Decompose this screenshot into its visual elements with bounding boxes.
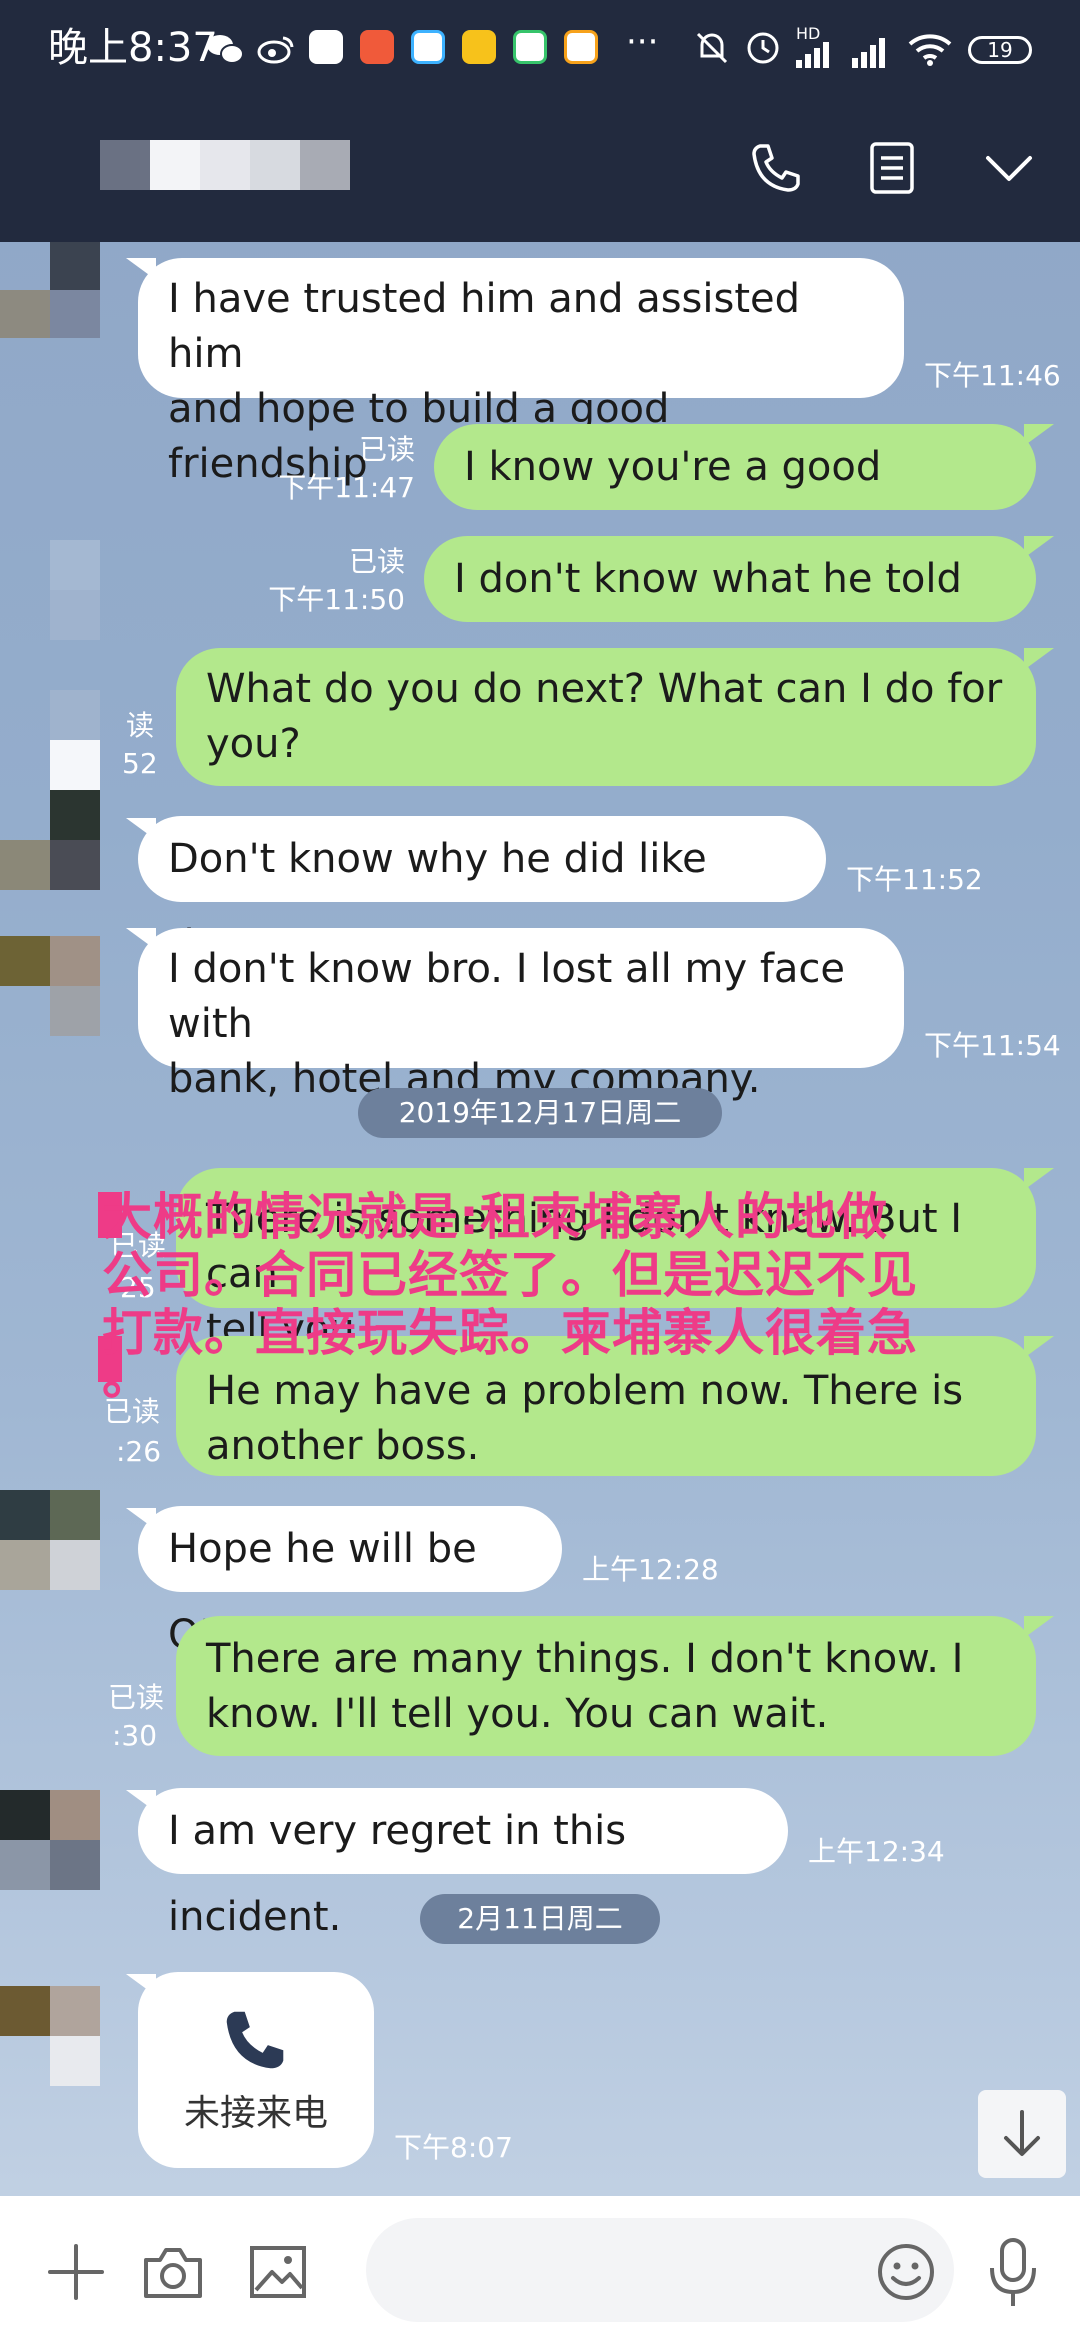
mall-app-icon <box>360 30 394 64</box>
wifi-icon <box>908 34 952 66</box>
message-time: 上午12:28 <box>582 1553 719 1586</box>
annotation-overlay: 大概的情况就是:租柬埔寨人的地做 公司。合同已经签了。但是迟迟不见 打款。直接玩… <box>102 1188 1002 1406</box>
read-status: 已读 <box>348 545 405 578</box>
annotation-line: 打款。直接玩失踪。柬埔寨人很着急 <box>102 1304 918 1362</box>
wechat-icon <box>207 35 244 64</box>
message-time: 下午8:07 <box>394 2131 513 2164</box>
message-bubble-incoming[interactable]: Hope he will be OK <box>138 1506 562 1658</box>
weibo-icon <box>257 36 294 64</box>
chat-screen: 晚上8:37 ··· HD 19 I have trusted him and … <box>0 0 1080 2340</box>
notes-icon[interactable] <box>868 140 916 196</box>
plus-icon[interactable] <box>46 2242 106 2302</box>
emoji-icon[interactable] <box>876 2242 936 2302</box>
message-time: 下午11:52 <box>846 863 983 896</box>
missed-call-label: 未接来电 <box>183 2093 328 2134</box>
read-status: 已读 <box>358 433 415 466</box>
mi-app-icon <box>309 30 343 64</box>
read-status: 已读 <box>108 1681 165 1714</box>
status-time: 晚上8:37 <box>48 25 218 71</box>
message-bubble-incoming[interactable]: Don't know why he did like that?? <box>138 816 826 968</box>
battery-level: 19 <box>987 38 1013 62</box>
avatar[interactable] <box>0 936 100 1036</box>
phone-icon <box>226 2011 284 2069</box>
arrow-down-icon <box>1004 2110 1040 2156</box>
message-time: 下午11:54 <box>924 1029 1061 1062</box>
message-text: you? <box>206 721 301 767</box>
notification-icons <box>205 24 605 74</box>
annotation-line: 公司。合同已经签了。但是迟迟不见 <box>102 1246 918 1304</box>
battery-indicator: 19 <box>968 36 1032 64</box>
message-text: I have trusted him and assisted him <box>168 276 801 377</box>
message-input[interactable] <box>366 2218 954 2322</box>
message-time: 下午11:47 <box>278 471 415 504</box>
phone-icon[interactable] <box>748 140 804 196</box>
avatar[interactable] <box>0 1490 100 1590</box>
bubble-tail <box>1024 1616 1054 1638</box>
avatar[interactable] <box>0 740 100 890</box>
alarm-icon <box>747 32 779 64</box>
signal-icon-2 <box>852 38 885 68</box>
message-text: know. I'll tell you. You can wait. <box>206 1691 829 1737</box>
bubble-tail <box>1024 648 1054 670</box>
annotation-line: 。 <box>102 1348 153 1406</box>
message-time: 下午11:46 <box>924 359 1061 392</box>
message-time: :26 <box>116 1435 162 1468</box>
avatar[interactable] <box>0 242 100 338</box>
browser-app-icon-2 <box>513 30 547 64</box>
date-separator: 2019年12月17日周二 <box>358 1088 722 1138</box>
message-bubble-outgoing[interactable]: I know you're a good person. <box>434 424 1036 576</box>
message-bubble-incoming[interactable]: I don't know bro. I lost all my face wit… <box>138 928 904 1102</box>
message-bubble-outgoing[interactable]: What do you do next? What can I do for y… <box>176 648 1036 786</box>
message-bubble-outgoing[interactable]: I don't know what he told you. <box>424 536 1036 688</box>
avatar[interactable] <box>0 1986 110 2086</box>
browser-app-icon <box>411 30 445 64</box>
network-type: HD <box>796 24 821 43</box>
missed-call-card[interactable]: 未接来电 <box>138 1972 374 2168</box>
date-separator: 2月11日周二 <box>420 1894 660 1944</box>
mail-app-icon <box>462 30 496 64</box>
message-text: another boss. <box>206 1423 480 1469</box>
message-bubble-incoming[interactable]: I am very regret in this incident. <box>138 1788 788 1940</box>
message-bubble-outgoing[interactable]: There are many things. I don't know. I k… <box>176 1616 1036 1756</box>
contact-name-redacted[interactable] <box>100 140 350 190</box>
chevron-down-icon[interactable] <box>984 154 1034 184</box>
bubble-tail <box>1024 536 1054 558</box>
camera-icon[interactable] <box>142 2244 204 2300</box>
message-time: 上午12:34 <box>808 1835 945 1868</box>
annotation-line: 大概的情况就是:租柬埔寨人的地做 <box>102 1188 888 1246</box>
signal-icon-1 <box>796 42 829 68</box>
browser-app-icon-3 <box>564 30 598 64</box>
bubble-tail <box>1024 1168 1054 1190</box>
read-status: 读 <box>126 709 155 742</box>
message-bubble-incoming[interactable]: I have trusted him and assisted him and … <box>138 258 904 487</box>
scroll-to-bottom-button[interactable] <box>978 2090 1066 2178</box>
message-time: :30 <box>112 1719 158 1752</box>
mute-icon <box>696 32 728 64</box>
message-text: I don't know bro. I lost all my face wit… <box>168 946 846 1047</box>
microphone-icon[interactable] <box>986 2236 1040 2310</box>
chat-header <box>0 96 1080 242</box>
message-time: 下午11:50 <box>268 583 405 616</box>
message-text: There are many things. I don't know. I <box>206 1636 964 1682</box>
more-notifications: ··· <box>626 22 659 62</box>
image-icon[interactable] <box>248 2244 308 2300</box>
avatar[interactable] <box>0 1790 100 1890</box>
status-bar: 晚上8:37 ··· HD 19 <box>0 0 1080 96</box>
bubble-tail <box>1024 424 1054 446</box>
message-time: 52 <box>122 747 158 780</box>
message-text: What do you do next? What can I do for <box>206 666 1003 712</box>
bubble-tail <box>1024 1336 1054 1358</box>
